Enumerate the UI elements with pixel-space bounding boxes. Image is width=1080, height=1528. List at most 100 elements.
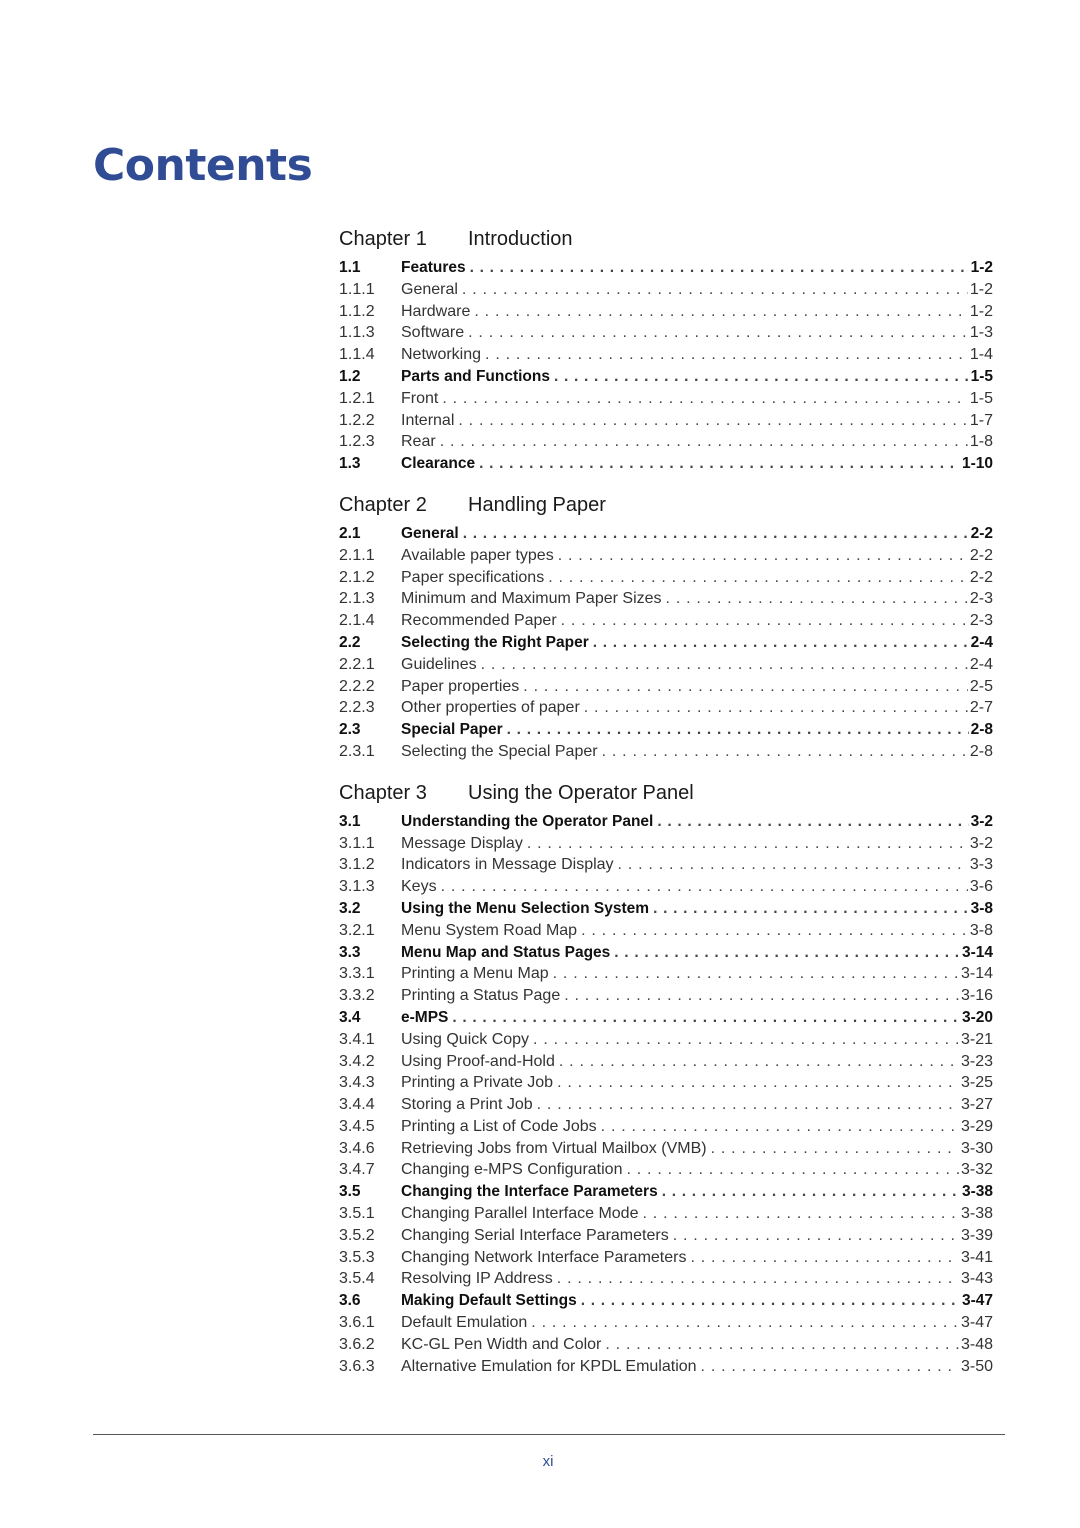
page-reference: 3-47 bbox=[961, 1292, 993, 1310]
section-number: 3.1.1 bbox=[339, 834, 375, 852]
toc-section-entry[interactable]: 3.5 Changing the Interface Parameters 3-38 bbox=[339, 1181, 993, 1203]
toc-subsection-entry[interactable]: 2.1.2 Paper specifications 2-2 bbox=[339, 567, 993, 589]
section-number: 3.3 bbox=[339, 943, 361, 961]
toc-subsection-entry[interactable]: 1.1.4 Networking 1-4 bbox=[339, 344, 993, 366]
section-title: Changing Parallel Interface Mode bbox=[401, 1205, 639, 1223]
section-title: Making Default Settings bbox=[401, 1292, 577, 1310]
page-reference: 2-2 bbox=[969, 568, 993, 586]
page-number: xi bbox=[542, 1453, 554, 1470]
toc-subsection-entry[interactable]: 2.2.2 Paper properties 2-5 bbox=[339, 676, 993, 698]
toc-subsection-entry[interactable]: 3.3.2 Printing a Status Page 3-16 bbox=[339, 985, 993, 1007]
toc-subsection-entry[interactable]: 3.6.2 KC-GL Pen Width and Color 3-48 bbox=[339, 1334, 993, 1356]
toc-section-entry[interactable]: 3.1 Understanding the Operator Panel 3-2 bbox=[339, 811, 993, 833]
toc-subsection-entry[interactable]: 3.1.3 Keys 3-6 bbox=[339, 876, 993, 898]
dot-leader bbox=[614, 942, 960, 964]
toc-subsection-entry[interactable]: 3.6.1 Default Emulation 3-47 bbox=[339, 1312, 993, 1334]
dot-leader bbox=[605, 1334, 959, 1356]
section-number: 3.5.1 bbox=[339, 1205, 375, 1223]
toc-subsection-entry[interactable]: 3.4.5 Printing a List of Code Jobs 3-29 bbox=[339, 1116, 993, 1138]
section-number: 1.2.2 bbox=[339, 411, 375, 429]
chapter-heading[interactable]: Chapter 3 Using the Operator Panel bbox=[339, 778, 993, 808]
toc-subsection-entry[interactable]: 2.2.3 Other properties of paper 2-7 bbox=[339, 697, 993, 719]
dot-leader bbox=[458, 410, 968, 432]
section-title: Resolving IP Address bbox=[401, 1270, 553, 1288]
toc-section-entry[interactable]: 1.3 Clearance 1-10 bbox=[339, 453, 993, 475]
section-title: Software bbox=[401, 324, 465, 342]
toc-subsection-entry[interactable]: 3.3.1 Printing a Menu Map 3-14 bbox=[339, 963, 993, 985]
section-title: Front bbox=[401, 389, 439, 407]
dot-leader bbox=[593, 632, 969, 654]
section-number: 3.5.4 bbox=[339, 1270, 375, 1288]
toc-section-entry[interactable]: 3.4 e-MPS 3-20 bbox=[339, 1007, 993, 1029]
section-title: Minimum and Maximum Paper Sizes bbox=[401, 590, 662, 608]
page-reference: 1-10 bbox=[961, 455, 993, 473]
toc-subsection-entry[interactable]: 3.2.1 Menu System Road Map 3-8 bbox=[339, 920, 993, 942]
section-title: General bbox=[401, 524, 459, 542]
section-number: 3.4.5 bbox=[339, 1117, 375, 1135]
page-reference: 1-5 bbox=[970, 367, 993, 385]
dot-leader bbox=[507, 719, 969, 741]
toc-subsection-entry[interactable]: 3.1.2 Indicators in Message Display 3-3 bbox=[339, 854, 993, 876]
page-reference: 3-47 bbox=[960, 1314, 993, 1332]
toc-section-entry[interactable]: 1.2 Parts and Functions 1-5 bbox=[339, 366, 993, 388]
toc-subsection-entry[interactable]: 3.5.2 Changing Serial Interface Parameter… bbox=[339, 1225, 993, 1247]
toc-subsection-entry[interactable]: 3.6.3 Alternative Emulation for KPDL Emul… bbox=[339, 1356, 993, 1378]
toc-subsection-entry[interactable]: 2.1.4 Recommended Paper 2-3 bbox=[339, 610, 993, 632]
section-title: Retrieving Jobs from Virtual Mailbox (VM… bbox=[401, 1139, 707, 1157]
chapter-heading[interactable]: Chapter 2 Handling Paper bbox=[339, 490, 993, 520]
page-reference: 2-8 bbox=[970, 721, 993, 739]
page-title: Contents bbox=[93, 140, 313, 191]
section-title: Changing the Interface Parameters bbox=[401, 1183, 658, 1201]
toc-section-entry[interactable]: 3.3 Menu Map and Status Pages 3-14 bbox=[339, 942, 993, 964]
toc-section-entry[interactable]: 2.3 Special Paper 2-8 bbox=[339, 719, 993, 741]
toc-subsection-entry[interactable]: 1.1.1 General 1-2 bbox=[339, 279, 993, 301]
page-reference: 3-8 bbox=[969, 921, 993, 939]
dot-leader bbox=[557, 1072, 959, 1094]
section-number: 3.1.3 bbox=[339, 878, 375, 896]
toc-section-entry[interactable]: 3.2 Using the Menu Selection System 3-8 bbox=[339, 898, 993, 920]
toc-subsection-entry[interactable]: 3.1.1 Message Display 3-2 bbox=[339, 833, 993, 855]
section-number: 3.4.7 bbox=[339, 1161, 375, 1179]
toc-subsection-entry[interactable]: 1.1.3 Software 1-3 bbox=[339, 322, 993, 344]
dot-leader bbox=[557, 1268, 959, 1290]
toc-subsection-entry[interactable]: 2.1.3 Minimum and Maximum Paper Sizes 2-3 bbox=[339, 588, 993, 610]
toc-subsection-entry[interactable]: 3.5.3 Changing Network Interface Paramete… bbox=[339, 1247, 993, 1269]
toc-subsection-entry[interactable]: 2.3.1 Selecting the Special Paper 2-8 bbox=[339, 741, 993, 763]
toc-subsection-entry[interactable]: 1.1.2 Hardware 1-2 bbox=[339, 301, 993, 323]
toc-section-entry[interactable]: 3.6 Making Default Settings 3-47 bbox=[339, 1290, 993, 1312]
page-reference: 3-2 bbox=[969, 834, 993, 852]
toc-subsection-entry[interactable]: 3.5.1 Changing Parallel Interface Mode 3-3… bbox=[339, 1203, 993, 1225]
toc-subsection-entry[interactable]: 2.2.1 Guidelines 2-4 bbox=[339, 654, 993, 676]
page-reference: 2-3 bbox=[969, 612, 993, 630]
toc-subsection-entry[interactable]: 3.4.4 Storing a Print Job 3-27 bbox=[339, 1094, 993, 1116]
section-title: Changing e-MPS Configuration bbox=[401, 1161, 623, 1179]
dot-leader bbox=[481, 654, 968, 676]
toc-section-entry[interactable]: 2.1 General 2-2 bbox=[339, 523, 993, 545]
toc-subsection-entry[interactable]: 3.4.6 Retrieving Jobs from Virtual Mailbo… bbox=[339, 1138, 993, 1160]
toc-subsection-entry[interactable]: 2.1.1 Available paper types 2-2 bbox=[339, 545, 993, 567]
toc-subsection-entry[interactable]: 3.4.2 Using Proof-and-Hold 3-23 bbox=[339, 1051, 993, 1073]
toc-subsection-entry[interactable]: 3.4.7 Changing e-MPS Configuration 3-32 bbox=[339, 1159, 993, 1181]
section-number: 2.2 bbox=[339, 633, 361, 651]
section-number: 1.3 bbox=[339, 455, 361, 473]
dot-leader bbox=[441, 876, 968, 898]
toc-subsection-entry[interactable]: 1.2.2 Internal 1-7 bbox=[339, 410, 993, 432]
toc-subsection-entry[interactable]: 1.2.3 Rear 1-8 bbox=[339, 431, 993, 453]
chapter-heading[interactable]: Chapter 1 Introduction bbox=[339, 224, 993, 254]
page-reference: 2-8 bbox=[969, 742, 993, 760]
page-reference: 3-32 bbox=[960, 1161, 993, 1179]
section-title: Features bbox=[401, 259, 466, 276]
section-title: Special Paper bbox=[401, 721, 503, 739]
toc-section-entry[interactable]: 1.1 Features 1-2 bbox=[339, 257, 993, 279]
section-title: Selecting the Right Paper bbox=[401, 633, 589, 651]
page-reference: 3-39 bbox=[960, 1226, 993, 1244]
section-title: Printing a Menu Map bbox=[401, 965, 549, 983]
dot-leader bbox=[485, 344, 968, 366]
toc-subsection-entry[interactable]: 3.5.4 Resolving IP Address 3-43 bbox=[339, 1268, 993, 1290]
toc-subsection-entry[interactable]: 1.2.1 Front 1-5 bbox=[339, 388, 993, 410]
dot-leader bbox=[657, 811, 968, 833]
toc-subsection-entry[interactable]: 3.4.3 Printing a Private Job 3-25 bbox=[339, 1072, 993, 1094]
toc-subsection-entry[interactable]: 3.4.1 Using Quick Copy 3-21 bbox=[339, 1029, 993, 1051]
toc-section-entry[interactable]: 2.2 Selecting the Right Paper 2-4 bbox=[339, 632, 993, 654]
section-title: Other properties of paper bbox=[401, 699, 580, 717]
